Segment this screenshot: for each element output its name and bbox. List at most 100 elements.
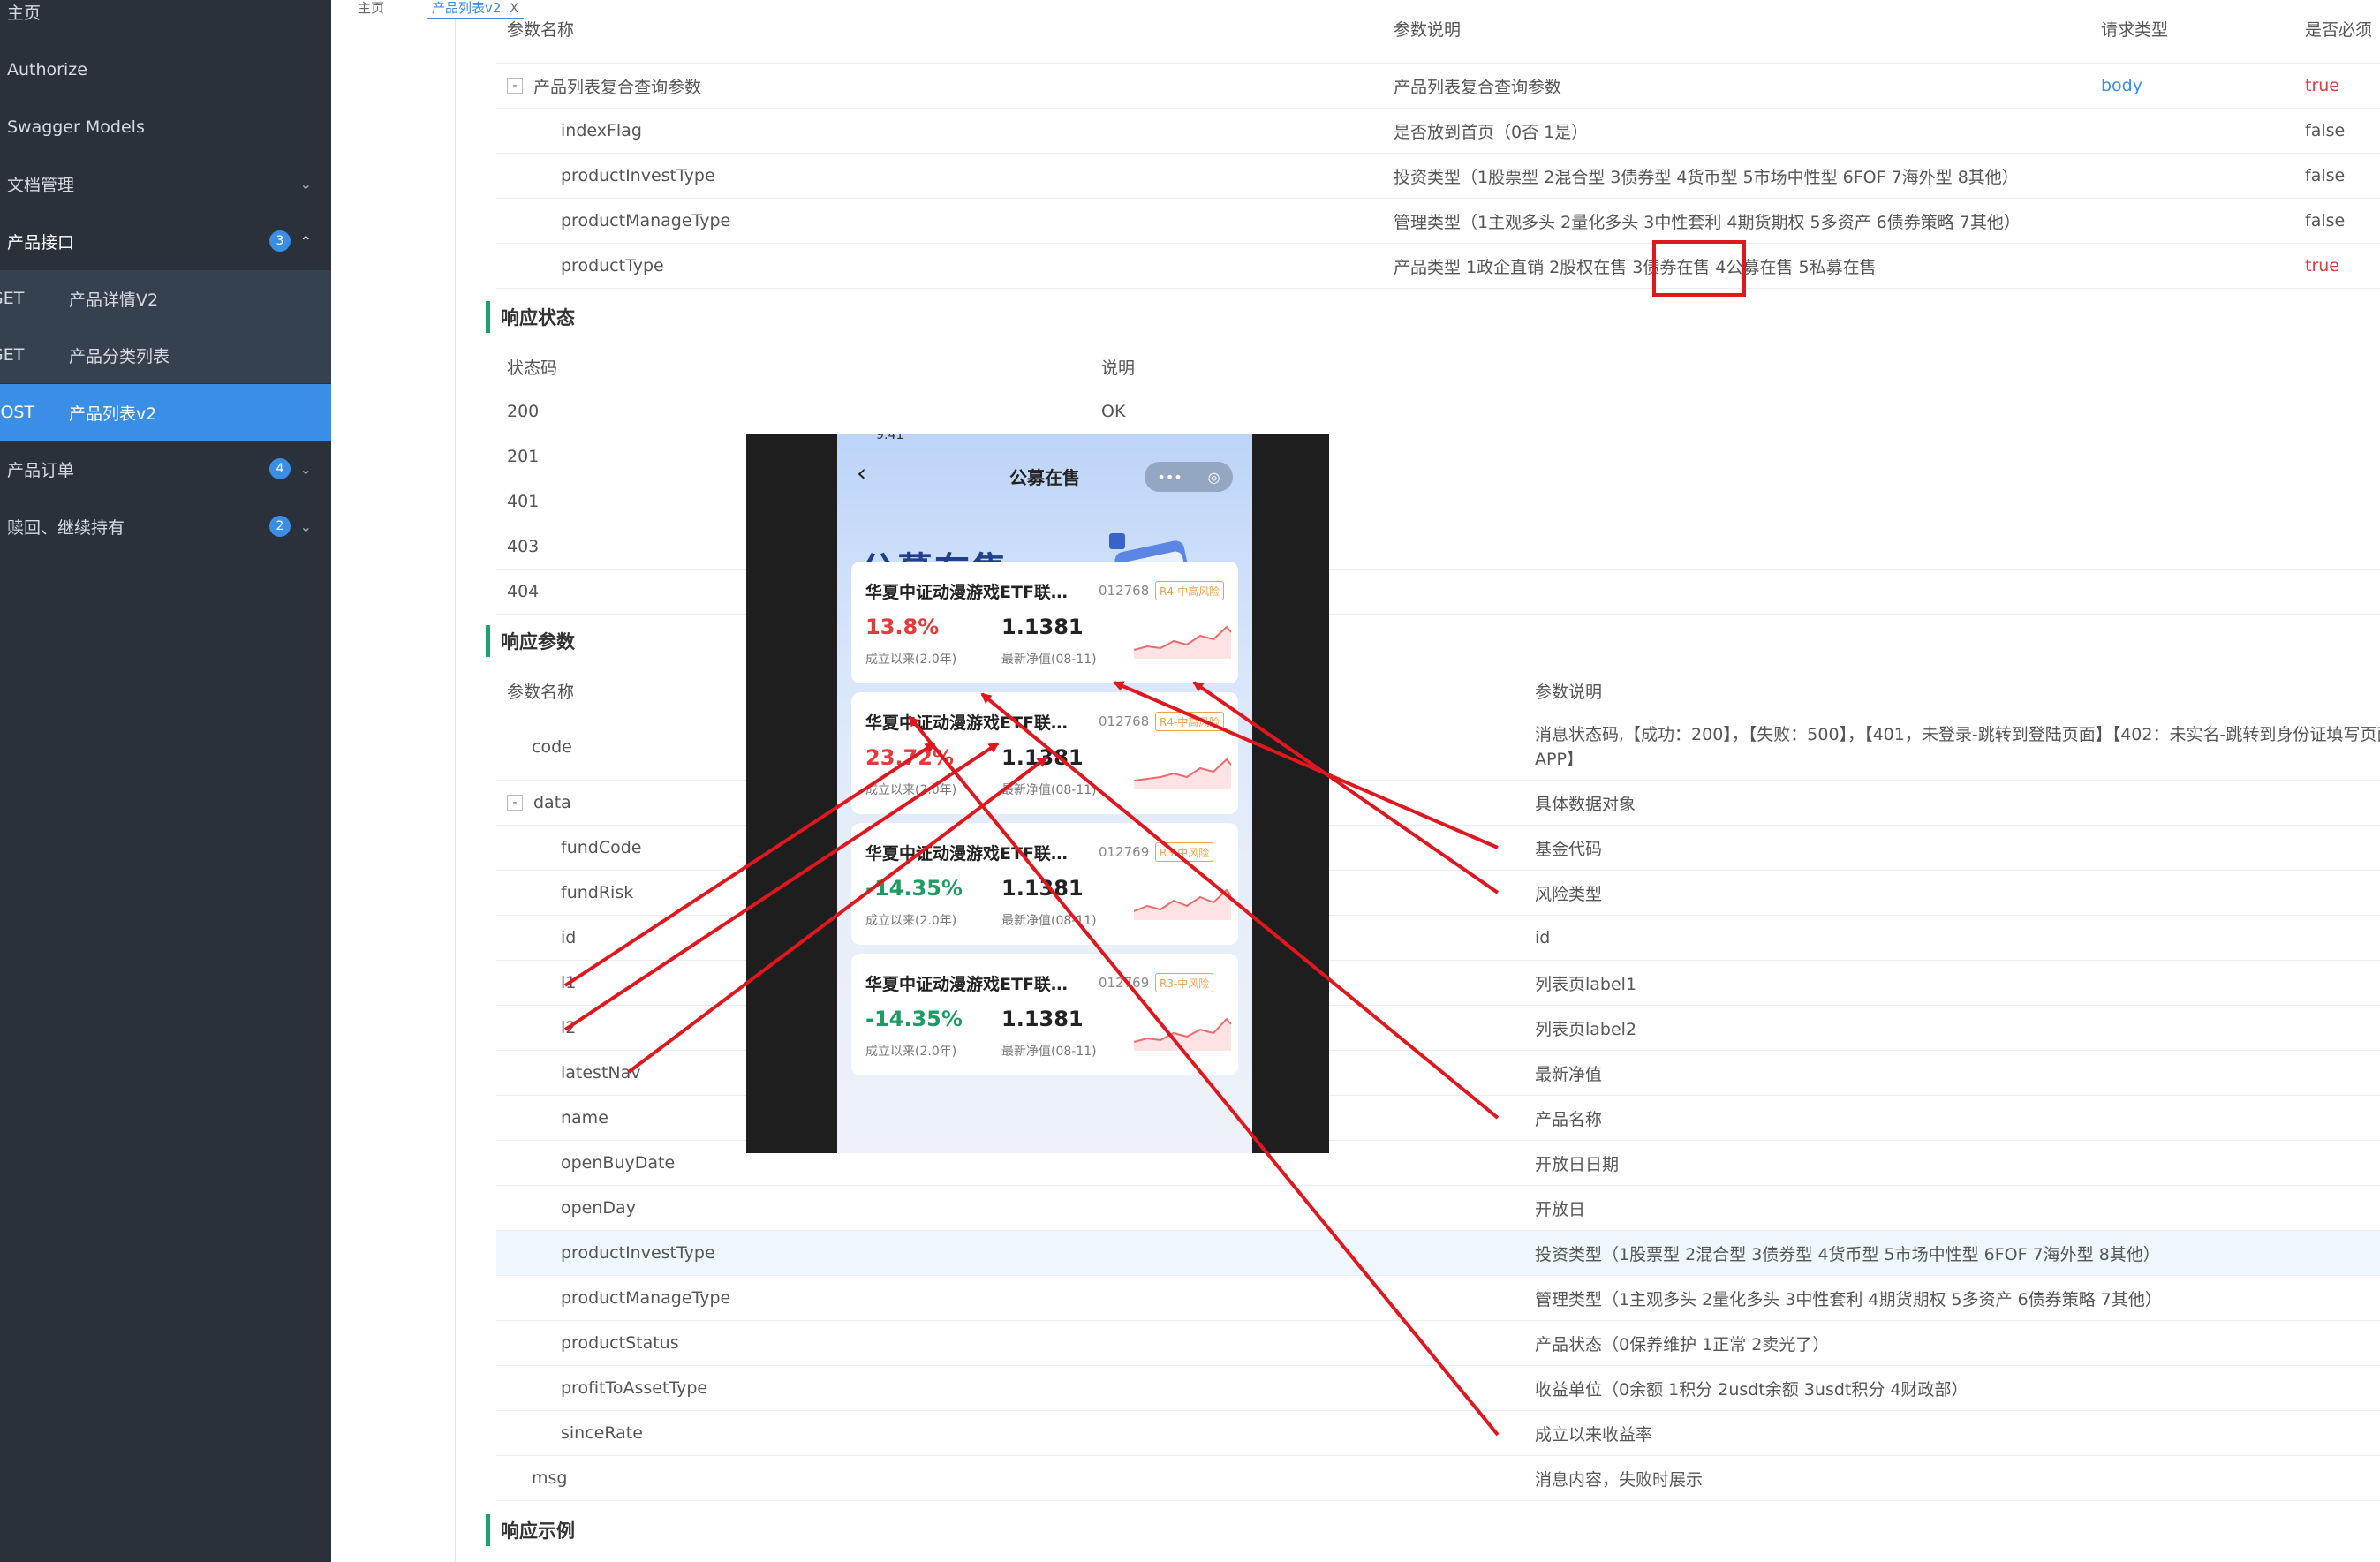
param-desc: 收益单位（0余额 1积分 2usdt余额 3usdt积分 4财政部） [1535, 1379, 1968, 1400]
sparkline-chart [1134, 888, 1231, 920]
header-status-desc: 说明 [1101, 358, 1136, 378]
status-table-header: 状态码 说明 [496, 344, 2380, 389]
status-code: 403 [507, 537, 540, 556]
param-desc: 开放日 [1535, 1199, 1586, 1219]
header-param-name: 参数名称 [507, 20, 575, 40]
fund-name: 华夏中证动漫游戏ETF联… [865, 975, 1068, 994]
param-name: l1 [561, 973, 577, 992]
table-row: 200 OK [496, 389, 2380, 434]
section-response-params: 响应参数 [486, 625, 575, 657]
param-name: productType [561, 256, 664, 275]
label2: 最新净值(08-11) [1001, 653, 1097, 667]
label2: 最新净值(08-11) [1001, 1045, 1097, 1059]
latest-nav: 1.1381 [1001, 615, 1084, 639]
status-time: 9:41 [876, 434, 904, 442]
chevron-down-icon: ⌄ [299, 460, 312, 478]
param-name: profitToAssetType [561, 1378, 708, 1398]
more-icon[interactable]: ••• [1157, 469, 1182, 486]
nav-item-product-api[interactable]: 产品接口 3 ⌃ [0, 214, 331, 268]
sub-item-product-list-v2[interactable]: POST 产品列表v2 [0, 384, 331, 441]
nav-item-doc-management[interactable]: 文档管理 ⌄ [0, 156, 331, 211]
section-response-status: 响应状态 [486, 301, 575, 333]
sparkline-chart [1134, 1017, 1231, 1051]
nav-item-home[interactable]: 主页 [0, 0, 331, 39]
param-name: sinceRate [561, 1423, 643, 1443]
sub-item-product-detail[interactable]: GET 产品详情V2 [0, 270, 331, 327]
table-row: productManageType 管理类型（1主观多头 2量化多头 3中性套利 … [496, 1276, 2380, 1321]
param-name: productInvestType [561, 1243, 715, 1263]
fund-card[interactable]: 华夏中证动漫游戏ETF联… 012769 R3-中风险 -14.35% 1.13… [851, 954, 1238, 1075]
chevron-down-icon: ⌄ [299, 175, 312, 192]
latest-nav: 1.1381 [1001, 876, 1084, 901]
header-param-name: 参数名称 [507, 682, 575, 702]
nav-item-swagger-models[interactable]: Swagger Models [0, 100, 331, 155]
sub-item-product-category-list[interactable]: GET 产品分类列表 [0, 327, 331, 383]
status-code: 200 [507, 402, 540, 421]
nav-item-redeem[interactable]: 赎回、继续持有 2 ⌄ [0, 499, 331, 554]
phone-screen: 9:41 ‹ 公募在售 ••• ◎ 公募在售 华夏中证动漫游戏ETF联… 012… [837, 434, 1252, 1153]
fund-code: 012769 [1099, 975, 1150, 991]
param-name: msg [532, 1468, 568, 1488]
nav-label: 产品订单 [7, 460, 75, 480]
param-name: latestNav [561, 1063, 641, 1083]
request-table-header: 参数名称 参数说明 请求类型 是否必须 [496, 19, 2380, 64]
param-name-text: data [533, 793, 571, 812]
param-desc: 列表页label2 [1535, 1019, 1637, 1039]
sparkline-chart [1134, 625, 1231, 659]
param-required: true [2305, 256, 2339, 275]
sub-item-label: 产品分类列表 [69, 346, 170, 366]
tab-home[interactable]: 主页 [352, 0, 389, 19]
fund-code: 012768 [1099, 583, 1150, 599]
chevron-down-icon: ⌄ [299, 517, 312, 535]
nav-item-authorize[interactable]: Authorize [0, 42, 331, 97]
nav-label: 主页 [7, 3, 42, 23]
param-desc: 风险类型 [1535, 884, 1603, 904]
param-required: false [2305, 211, 2346, 230]
latest-nav: 1.1381 [1001, 1007, 1084, 1031]
nav-label: 产品接口 [7, 232, 75, 253]
label1: 成立以来(2.0年) [865, 783, 957, 797]
param-desc: 管理类型（1主观多头 2量化多头 3中性套利 4期货期权 5多资产 6债券策略 … [1535, 1289, 2162, 1309]
risk-badge: R4-中高风险 [1155, 581, 1225, 600]
mini-program-capsule[interactable]: ••• ◎ [1145, 462, 1233, 492]
param-desc: 最新净值 [1535, 1064, 1603, 1084]
http-method: GET [0, 345, 25, 365]
fund-code: 012769 [1099, 844, 1150, 860]
risk-badge: R4-中高风险 [1155, 712, 1225, 731]
phone-screenshot: 9:41 ‹ 公募在售 ••• ◎ 公募在售 华夏中证动漫游戏ETF联… 012… [746, 434, 1329, 1153]
param-name: - 产品列表复合查询参数 [507, 64, 701, 108]
param-name: id [561, 928, 577, 947]
param-name: openDay [561, 1198, 636, 1218]
label2: 最新净值(08-11) [1001, 914, 1097, 928]
status-code: 201 [507, 447, 540, 466]
fund-card[interactable]: 华夏中证动漫游戏ETF联… 012768 R4-中高风险 13.8% 1.138… [851, 562, 1238, 683]
label2: 最新净值(08-11) [1001, 783, 1097, 797]
close-circle-icon[interactable]: ◎ [1208, 469, 1220, 486]
count-badge: 4 [269, 458, 291, 479]
param-desc: 是否放到首页（0否 1是） [1394, 122, 1589, 142]
param-name: - data [507, 781, 571, 825]
table-row: productStatus 产品状态（0保养维护 1正常 2卖光了） [496, 1321, 2380, 1366]
fund-card[interactable]: 华夏中证动漫游戏ETF联… 012768 R4-中高风险 23.72% 1.13… [851, 692, 1238, 814]
param-name: l2 [561, 1018, 577, 1038]
status-code: 404 [507, 582, 540, 601]
param-name: indexFlag [561, 121, 642, 140]
header-status-code: 状态码 [507, 358, 558, 378]
fund-card[interactable]: 华夏中证动漫游戏ETF联… 012769 R3-中风险 -14.35% 1.13… [851, 823, 1238, 945]
label1: 成立以来(2.0年) [865, 653, 957, 667]
since-rate: 23.72% [865, 745, 954, 770]
collapse-toggle[interactable]: - [507, 795, 523, 811]
collapse-toggle[interactable]: - [507, 78, 523, 94]
annotation-highlight-box [1652, 240, 1746, 297]
param-name: productInvestType [561, 166, 715, 185]
api-doc-content: 参数名称 参数说明 请求类型 是否必须 - 产品列表复合查询参数 产品列表复合查询… [455, 19, 2380, 1562]
nav-label: 文档管理 [7, 175, 75, 195]
tab-label: 产品列表v2 [432, 0, 502, 16]
param-required: false [2305, 121, 2346, 140]
table-row: productManageType 管理类型（1主观多头 2量化多头 3中性套利… [496, 199, 2380, 244]
param-name: openBuyDate [561, 1153, 676, 1173]
param-desc: 产品状态（0保养维护 1正常 2卖光了） [1535, 1334, 1830, 1354]
tab-bar: 主页 产品列表v2 X [331, 0, 2380, 19]
since-rate: -14.35% [865, 1007, 963, 1031]
nav-item-product-order[interactable]: 产品订单 4 ⌄ [0, 441, 331, 496]
